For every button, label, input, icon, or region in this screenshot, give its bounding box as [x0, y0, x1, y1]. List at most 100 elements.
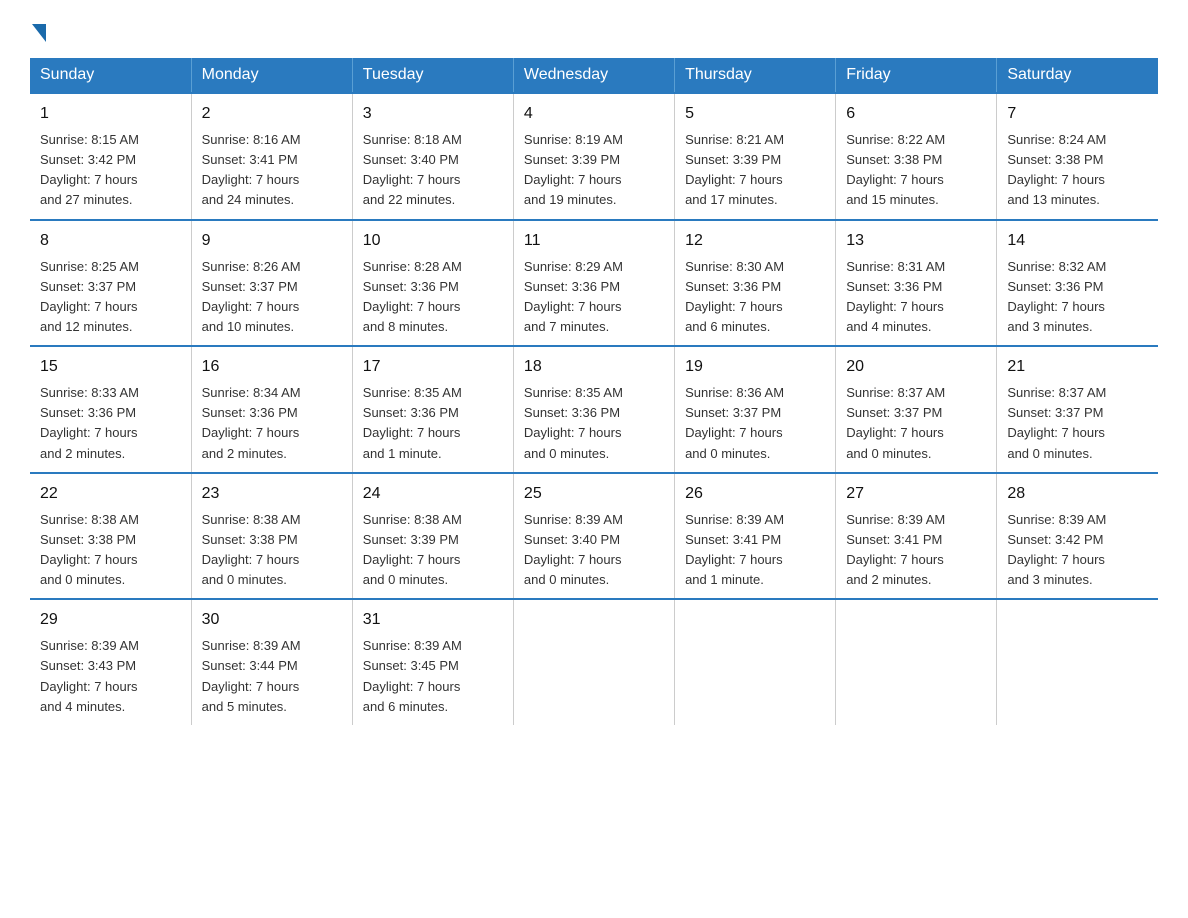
day-number: 26	[685, 482, 825, 506]
calendar-day-cell: 22 Sunrise: 8:38 AMSunset: 3:38 PMDaylig…	[30, 473, 191, 600]
day-info: Sunrise: 8:19 AMSunset: 3:39 PMDaylight:…	[524, 132, 623, 207]
day-info: Sunrise: 8:37 AMSunset: 3:37 PMDaylight:…	[846, 385, 945, 460]
day-number: 22	[40, 482, 181, 506]
day-number: 17	[363, 355, 503, 379]
day-number: 24	[363, 482, 503, 506]
day-number: 28	[1007, 482, 1148, 506]
calendar-week-row: 15 Sunrise: 8:33 AMSunset: 3:36 PMDaylig…	[30, 346, 1158, 473]
day-info: Sunrise: 8:18 AMSunset: 3:40 PMDaylight:…	[363, 132, 462, 207]
calendar-day-cell: 15 Sunrise: 8:33 AMSunset: 3:36 PMDaylig…	[30, 346, 191, 473]
calendar-day-cell: 11 Sunrise: 8:29 AMSunset: 3:36 PMDaylig…	[513, 220, 674, 347]
calendar-day-cell: 3 Sunrise: 8:18 AMSunset: 3:40 PMDayligh…	[352, 93, 513, 220]
calendar-day-cell: 4 Sunrise: 8:19 AMSunset: 3:39 PMDayligh…	[513, 93, 674, 220]
calendar-day-cell: 6 Sunrise: 8:22 AMSunset: 3:38 PMDayligh…	[836, 93, 997, 220]
weekday-header-monday: Monday	[191, 58, 352, 93]
day-info: Sunrise: 8:30 AMSunset: 3:36 PMDaylight:…	[685, 259, 784, 334]
day-number: 18	[524, 355, 664, 379]
calendar-day-cell: 20 Sunrise: 8:37 AMSunset: 3:37 PMDaylig…	[836, 346, 997, 473]
day-info: Sunrise: 8:36 AMSunset: 3:37 PMDaylight:…	[685, 385, 784, 460]
day-info: Sunrise: 8:39 AMSunset: 3:42 PMDaylight:…	[1007, 512, 1106, 587]
day-number: 31	[363, 608, 503, 632]
day-number: 10	[363, 229, 503, 253]
day-info: Sunrise: 8:15 AMSunset: 3:42 PMDaylight:…	[40, 132, 139, 207]
day-info: Sunrise: 8:22 AMSunset: 3:38 PMDaylight:…	[846, 132, 945, 207]
calendar-day-cell	[675, 599, 836, 725]
day-number: 27	[846, 482, 986, 506]
calendar-day-cell: 23 Sunrise: 8:38 AMSunset: 3:38 PMDaylig…	[191, 473, 352, 600]
calendar-table: SundayMondayTuesdayWednesdayThursdayFrid…	[30, 58, 1158, 725]
day-info: Sunrise: 8:39 AMSunset: 3:41 PMDaylight:…	[685, 512, 784, 587]
logo	[30, 20, 46, 38]
day-info: Sunrise: 8:38 AMSunset: 3:39 PMDaylight:…	[363, 512, 462, 587]
day-info: Sunrise: 8:39 AMSunset: 3:43 PMDaylight:…	[40, 638, 139, 713]
day-info: Sunrise: 8:39 AMSunset: 3:45 PMDaylight:…	[363, 638, 462, 713]
day-info: Sunrise: 8:26 AMSunset: 3:37 PMDaylight:…	[202, 259, 301, 334]
calendar-day-cell: 27 Sunrise: 8:39 AMSunset: 3:41 PMDaylig…	[836, 473, 997, 600]
page-header	[30, 20, 1158, 38]
calendar-day-cell: 24 Sunrise: 8:38 AMSunset: 3:39 PMDaylig…	[352, 473, 513, 600]
day-info: Sunrise: 8:35 AMSunset: 3:36 PMDaylight:…	[363, 385, 462, 460]
calendar-day-cell: 1 Sunrise: 8:15 AMSunset: 3:42 PMDayligh…	[30, 93, 191, 220]
day-number: 12	[685, 229, 825, 253]
day-info: Sunrise: 8:34 AMSunset: 3:36 PMDaylight:…	[202, 385, 301, 460]
day-number: 7	[1007, 102, 1148, 126]
day-info: Sunrise: 8:38 AMSunset: 3:38 PMDaylight:…	[202, 512, 301, 587]
calendar-day-cell: 21 Sunrise: 8:37 AMSunset: 3:37 PMDaylig…	[997, 346, 1158, 473]
calendar-day-cell	[997, 599, 1158, 725]
day-number: 19	[685, 355, 825, 379]
calendar-day-cell: 8 Sunrise: 8:25 AMSunset: 3:37 PMDayligh…	[30, 220, 191, 347]
day-number: 1	[40, 102, 181, 126]
day-info: Sunrise: 8:28 AMSunset: 3:36 PMDaylight:…	[363, 259, 462, 334]
calendar-day-cell: 30 Sunrise: 8:39 AMSunset: 3:44 PMDaylig…	[191, 599, 352, 725]
calendar-week-row: 22 Sunrise: 8:38 AMSunset: 3:38 PMDaylig…	[30, 473, 1158, 600]
calendar-day-cell: 31 Sunrise: 8:39 AMSunset: 3:45 PMDaylig…	[352, 599, 513, 725]
day-number: 30	[202, 608, 342, 632]
day-number: 21	[1007, 355, 1148, 379]
calendar-week-row: 29 Sunrise: 8:39 AMSunset: 3:43 PMDaylig…	[30, 599, 1158, 725]
day-info: Sunrise: 8:39 AMSunset: 3:40 PMDaylight:…	[524, 512, 623, 587]
day-number: 16	[202, 355, 342, 379]
weekday-header-wednesday: Wednesday	[513, 58, 674, 93]
calendar-week-row: 8 Sunrise: 8:25 AMSunset: 3:37 PMDayligh…	[30, 220, 1158, 347]
calendar-day-cell: 5 Sunrise: 8:21 AMSunset: 3:39 PMDayligh…	[675, 93, 836, 220]
calendar-day-cell: 14 Sunrise: 8:32 AMSunset: 3:36 PMDaylig…	[997, 220, 1158, 347]
day-number: 23	[202, 482, 342, 506]
calendar-day-cell: 17 Sunrise: 8:35 AMSunset: 3:36 PMDaylig…	[352, 346, 513, 473]
day-info: Sunrise: 8:24 AMSunset: 3:38 PMDaylight:…	[1007, 132, 1106, 207]
calendar-day-cell: 2 Sunrise: 8:16 AMSunset: 3:41 PMDayligh…	[191, 93, 352, 220]
calendar-day-cell: 28 Sunrise: 8:39 AMSunset: 3:42 PMDaylig…	[997, 473, 1158, 600]
day-number: 29	[40, 608, 181, 632]
weekday-header-saturday: Saturday	[997, 58, 1158, 93]
calendar-day-cell: 16 Sunrise: 8:34 AMSunset: 3:36 PMDaylig…	[191, 346, 352, 473]
calendar-day-cell: 13 Sunrise: 8:31 AMSunset: 3:36 PMDaylig…	[836, 220, 997, 347]
calendar-day-cell	[836, 599, 997, 725]
day-info: Sunrise: 8:16 AMSunset: 3:41 PMDaylight:…	[202, 132, 301, 207]
day-number: 11	[524, 229, 664, 253]
logo-arrow-icon	[32, 24, 46, 42]
weekday-header-friday: Friday	[836, 58, 997, 93]
day-info: Sunrise: 8:29 AMSunset: 3:36 PMDaylight:…	[524, 259, 623, 334]
weekday-header-tuesday: Tuesday	[352, 58, 513, 93]
day-info: Sunrise: 8:38 AMSunset: 3:38 PMDaylight:…	[40, 512, 139, 587]
day-info: Sunrise: 8:39 AMSunset: 3:44 PMDaylight:…	[202, 638, 301, 713]
day-number: 8	[40, 229, 181, 253]
day-number: 2	[202, 102, 342, 126]
day-info: Sunrise: 8:35 AMSunset: 3:36 PMDaylight:…	[524, 385, 623, 460]
day-info: Sunrise: 8:32 AMSunset: 3:36 PMDaylight:…	[1007, 259, 1106, 334]
calendar-day-cell: 19 Sunrise: 8:36 AMSunset: 3:37 PMDaylig…	[675, 346, 836, 473]
day-number: 13	[846, 229, 986, 253]
weekday-header-thursday: Thursday	[675, 58, 836, 93]
calendar-day-cell: 10 Sunrise: 8:28 AMSunset: 3:36 PMDaylig…	[352, 220, 513, 347]
day-number: 9	[202, 229, 342, 253]
day-number: 5	[685, 102, 825, 126]
calendar-week-row: 1 Sunrise: 8:15 AMSunset: 3:42 PMDayligh…	[30, 93, 1158, 220]
day-info: Sunrise: 8:25 AMSunset: 3:37 PMDaylight:…	[40, 259, 139, 334]
day-number: 20	[846, 355, 986, 379]
day-number: 6	[846, 102, 986, 126]
day-info: Sunrise: 8:39 AMSunset: 3:41 PMDaylight:…	[846, 512, 945, 587]
day-number: 14	[1007, 229, 1148, 253]
calendar-day-cell	[513, 599, 674, 725]
calendar-day-cell: 18 Sunrise: 8:35 AMSunset: 3:36 PMDaylig…	[513, 346, 674, 473]
calendar-day-cell: 25 Sunrise: 8:39 AMSunset: 3:40 PMDaylig…	[513, 473, 674, 600]
calendar-day-cell: 9 Sunrise: 8:26 AMSunset: 3:37 PMDayligh…	[191, 220, 352, 347]
